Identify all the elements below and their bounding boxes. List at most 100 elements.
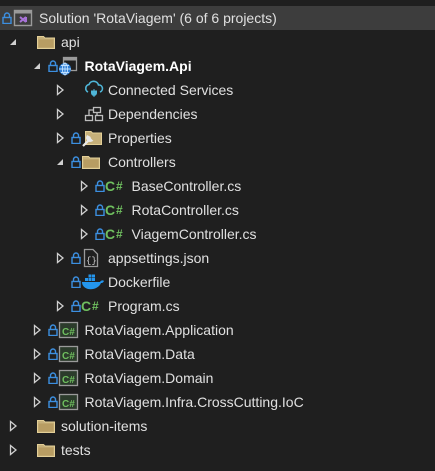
lock-icon: [47, 54, 58, 78]
tree-item-label: RotaViagem.Data: [84, 346, 195, 362]
tree-item[interactable]: C # RotaController.cs: [0, 198, 435, 222]
tree-item[interactable]: Controllers: [0, 150, 435, 174]
svg-text:C: C: [105, 226, 115, 242]
svg-text:C#: C#: [62, 375, 75, 386]
dependencies-icon: [83, 102, 105, 126]
svg-text:C#: C#: [62, 327, 75, 338]
folder-icon: [36, 438, 56, 462]
lock-icon: [47, 318, 58, 342]
csharp-project-icon: C#: [58, 318, 80, 342]
tree-item-label: RotaViagem.Domain: [84, 370, 214, 386]
tree-item[interactable]: Solution 'RotaViagem' (6 of 6 projects): [0, 6, 435, 30]
tree-item-label: Properties: [108, 130, 172, 146]
tree-item-label: tests: [61, 442, 91, 458]
tree-item[interactable]: Dependencies: [0, 102, 435, 126]
tree-item-label: BaseController.cs: [131, 178, 242, 194]
tree-item[interactable]: Dockerfile: [0, 270, 435, 294]
tree-item-label: RotaViagem.Api: [84, 58, 192, 74]
tree-item-label: Solution 'RotaViagem' (6 of 6 projects): [39, 10, 277, 26]
csharp-project-icon: C#: [58, 390, 80, 414]
svg-text:{}: {}: [86, 256, 97, 266]
lock-icon: [71, 294, 81, 318]
tree-item-label: api: [61, 34, 80, 50]
collapsed-arrow-icon[interactable]: [8, 414, 18, 438]
tree-item-label: RotaViagem.Infra.CrossCutting.IoC: [84, 394, 304, 410]
svg-text:#: #: [116, 203, 123, 217]
svg-text:#: #: [116, 179, 123, 193]
collapsed-arrow-icon[interactable]: [55, 78, 65, 102]
collapsed-arrow-icon[interactable]: [8, 438, 18, 462]
json-file-icon: {}: [81, 246, 101, 270]
svg-text:#: #: [92, 299, 99, 313]
collapsed-arrow-icon[interactable]: [55, 102, 65, 126]
expanded-arrow-icon[interactable]: [55, 150, 65, 174]
collapsed-arrow-icon[interactable]: [79, 222, 89, 246]
collapsed-arrow-icon[interactable]: [79, 198, 89, 222]
lock-icon: [71, 126, 81, 150]
tree-item-label: ViagemController.cs: [131, 226, 257, 242]
tree-item[interactable]: C# RotaViagem.Application: [0, 318, 435, 342]
solution-explorer-tree: Solution 'RotaViagem' (6 of 6 projects) a…: [0, 6, 435, 462]
tree-item-label: Connected Services: [108, 82, 234, 98]
csharp-file-icon: C #: [105, 222, 129, 246]
tree-item[interactable]: tests: [0, 438, 435, 462]
svg-text:C: C: [105, 178, 115, 194]
csharp-project-icon: C#: [58, 342, 80, 366]
collapsed-arrow-icon[interactable]: [55, 294, 65, 318]
expanded-arrow-icon[interactable]: [32, 54, 42, 78]
lock-icon: [2, 6, 12, 30]
tree-item[interactable]: RotaViagem.Api: [0, 54, 435, 78]
tree-item[interactable]: solution-items: [0, 414, 435, 438]
lock-icon: [71, 246, 81, 270]
collapsed-arrow-icon[interactable]: [55, 246, 65, 270]
collapsed-arrow-icon[interactable]: [79, 174, 89, 198]
lock-icon: [47, 366, 58, 390]
tree-item-label: Dependencies: [108, 106, 198, 122]
tree-item[interactable]: C# RotaViagem.Infra.CrossCutting.IoC: [0, 390, 435, 414]
collapsed-arrow-icon[interactable]: [32, 366, 42, 390]
collapsed-arrow-icon[interactable]: [32, 390, 42, 414]
solution-icon: [13, 6, 33, 30]
lock-icon: [71, 270, 81, 294]
tree-item-label: Dockerfile: [108, 274, 171, 290]
tree-item-label: RotaViagem.Application: [84, 322, 234, 338]
csharp-project-icon: C#: [58, 366, 80, 390]
expanded-arrow-icon[interactable]: [8, 30, 18, 54]
tree-item[interactable]: {} appsettings.json: [0, 246, 435, 270]
web-project-icon: [58, 54, 78, 78]
svg-text:C#: C#: [62, 351, 75, 362]
tree-item-label: Program.cs: [108, 298, 180, 314]
svg-text:#: #: [116, 227, 123, 241]
tree-item[interactable]: Properties: [0, 126, 435, 150]
tree-item-label: RotaController.cs: [131, 202, 239, 218]
docker-icon: [81, 270, 105, 294]
csharp-file-icon: C #: [105, 174, 129, 198]
csharp-file-icon: C #: [105, 198, 129, 222]
tree-item[interactable]: Connected Services: [0, 78, 435, 102]
tree-item[interactable]: C # ViagemController.cs: [0, 222, 435, 246]
collapsed-arrow-icon[interactable]: [55, 126, 65, 150]
tree-item-label: solution-items: [61, 418, 148, 434]
tree-item[interactable]: api: [0, 30, 435, 54]
lock-icon: [47, 342, 58, 366]
tree-item[interactable]: C# RotaViagem.Domain: [0, 366, 435, 390]
csharp-file-icon: C #: [81, 294, 105, 318]
tree-item-label: appsettings.json: [108, 250, 210, 266]
lock-icon: [47, 390, 58, 414]
tree-item-label: Controllers: [108, 154, 176, 170]
svg-text:C#: C#: [62, 399, 75, 410]
tree-item[interactable]: C # Program.cs: [0, 294, 435, 318]
lock-icon: [94, 222, 105, 246]
folder-icon: [36, 414, 56, 438]
tree-item[interactable]: C # BaseController.cs: [0, 174, 435, 198]
collapsed-arrow-icon[interactable]: [32, 318, 42, 342]
connected-services-icon: [83, 78, 105, 102]
collapsed-arrow-icon[interactable]: [32, 342, 42, 366]
lock-icon: [94, 174, 105, 198]
svg-text:C: C: [105, 202, 115, 218]
tree-item[interactable]: C# RotaViagem.Data: [0, 342, 435, 366]
svg-text:C: C: [81, 298, 91, 314]
lock-icon: [71, 150, 81, 174]
lock-icon: [94, 198, 105, 222]
folder-icon: [36, 30, 56, 54]
